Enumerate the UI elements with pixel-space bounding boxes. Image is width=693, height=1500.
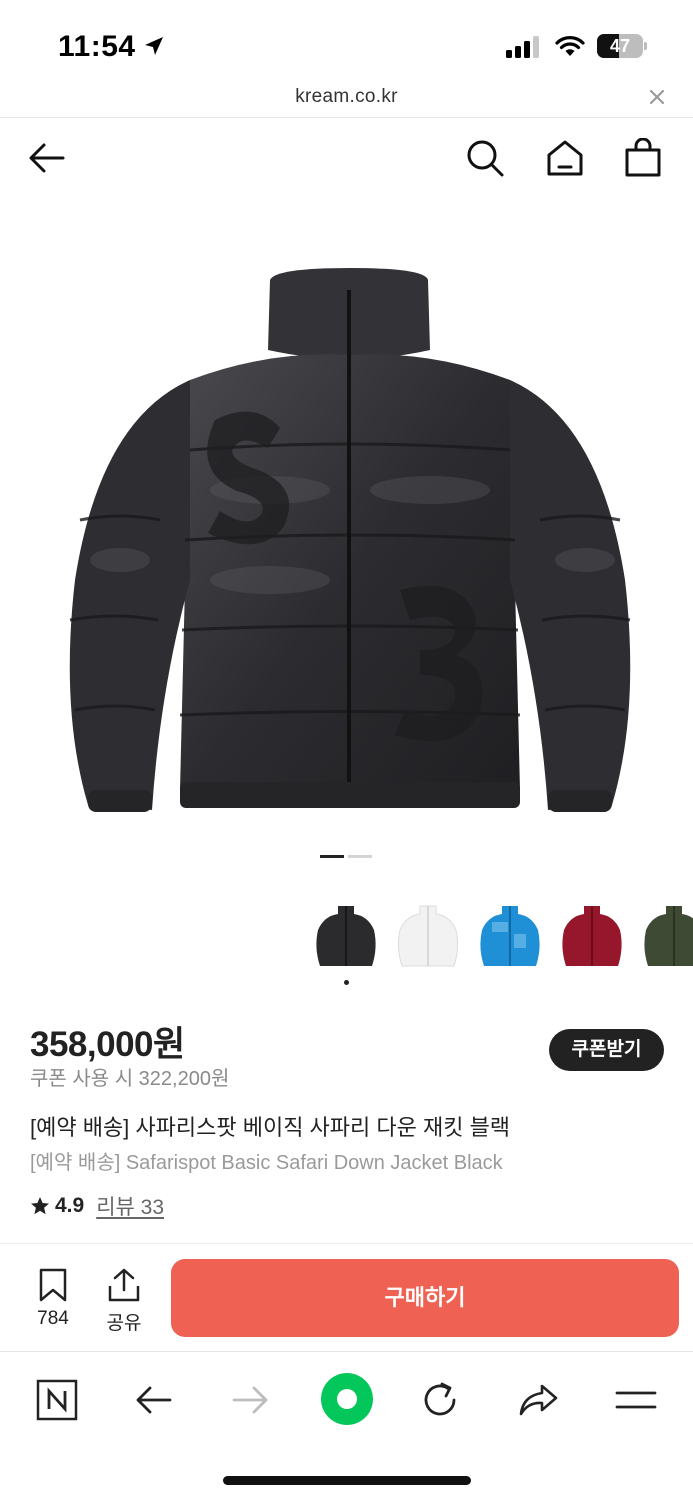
share-icon (108, 1268, 140, 1302)
status-bar: 11:54 47 (0, 0, 693, 82)
menu-icon[interactable] (614, 1378, 658, 1422)
image-page-indicator-active (320, 855, 344, 858)
get-coupon-button[interactable]: 쿠폰받기 (549, 1029, 664, 1071)
home-icon[interactable] (545, 138, 585, 178)
cellular-signal-icon (506, 36, 539, 58)
home-indicator (223, 1476, 471, 1485)
forward-arrow-icon[interactable] (228, 1378, 272, 1422)
share-button[interactable]: 공유 (96, 1268, 152, 1334)
back-arrow-icon[interactable] (132, 1378, 176, 1422)
bookmark-button[interactable]: 784 (25, 1268, 81, 1334)
close-icon[interactable] (648, 88, 666, 106)
rating-row: 4.9 리뷰 33 (30, 1193, 164, 1219)
browser-toolbar (0, 1351, 693, 1446)
color-thumb-olive[interactable] (638, 900, 693, 972)
product-title-english: [예약 배송] Safarispot Basic Safari Down Jac… (30, 1152, 503, 1174)
star-icon (31, 1197, 49, 1215)
search-icon[interactable] (465, 138, 505, 178)
coupon-price-text: 쿠폰 사용 시 322,200원 (30, 1068, 230, 1090)
battery-level: 47 (609, 36, 631, 56)
selected-thumb-dot (344, 980, 349, 985)
product-image[interactable] (40, 250, 660, 830)
back-arrow-icon[interactable] (27, 138, 67, 178)
color-thumb-blue[interactable] (474, 900, 546, 972)
color-thumbnail-strip (0, 900, 693, 990)
purchase-action-bar: 784 공유 구매하기 (0, 1243, 693, 1351)
color-thumb-black[interactable] (310, 900, 382, 972)
product-title-korean: [예약 배송] 사파리스팟 베이직 사파리 다운 재킷 블랙 (30, 1115, 511, 1140)
battery-icon: 47 (597, 34, 647, 58)
color-thumb-white[interactable] (392, 900, 464, 972)
location-arrow-icon (145, 37, 163, 55)
url-text[interactable]: kream.co.kr (0, 86, 693, 108)
green-dot-icon[interactable] (320, 1372, 374, 1426)
color-thumb-burgundy[interactable] (556, 900, 628, 972)
share-label: 공유 (106, 1313, 142, 1334)
reviews-link[interactable]: 리뷰 33 (96, 1191, 164, 1221)
share-icon[interactable] (516, 1378, 560, 1422)
reload-icon[interactable] (418, 1378, 462, 1422)
shopping-bag-icon[interactable] (623, 138, 663, 178)
buy-button[interactable]: 구매하기 (171, 1259, 679, 1337)
status-time: 11:54 (58, 30, 136, 63)
product-price: 358,000원 (30, 1025, 185, 1064)
bookmark-count: 784 (37, 1308, 69, 1329)
image-page-indicator (348, 855, 372, 858)
naver-icon[interactable] (35, 1378, 79, 1422)
wifi-icon (555, 36, 585, 56)
browser-url-bar[interactable]: kream.co.kr (0, 82, 693, 118)
rating-value: 4.9 (55, 1194, 85, 1217)
app-header (0, 119, 693, 199)
bookmark-icon (39, 1268, 67, 1302)
